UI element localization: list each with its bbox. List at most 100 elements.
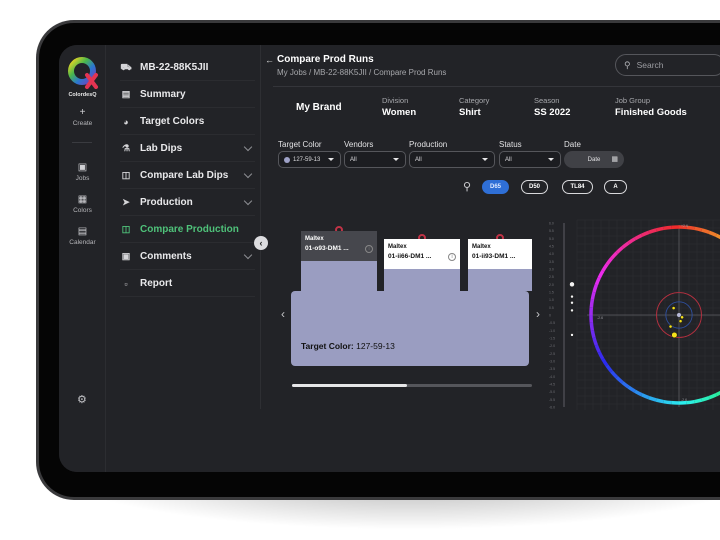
- status-filter: Status All: [499, 140, 561, 168]
- swatch-scrollbar[interactable]: [292, 384, 532, 387]
- status-select[interactable]: All: [499, 151, 561, 168]
- collapse-nav-button[interactable]: ‹: [254, 236, 268, 250]
- nav-item-production[interactable]: ➤ Production: [120, 190, 255, 216]
- rail-create-label: Create: [72, 120, 93, 127]
- nav-item-label: Summary: [140, 89, 186, 100]
- hue-ring-segment: [663, 225, 672, 231]
- nav-item-label: Compare Production: [140, 224, 239, 235]
- search-placeholder: Search: [636, 60, 664, 70]
- illuminant-d65[interactable]: D65: [482, 180, 509, 194]
- clipboard-icon: ▤: [121, 89, 131, 99]
- lightness-tick-label: 2.0: [549, 283, 554, 287]
- nav-item-report[interactable]: ▫ Report: [120, 271, 255, 297]
- hue-ring-segment: [605, 257, 613, 266]
- car-icon: ⛟: [120, 61, 132, 72]
- hue-ring-segment: [715, 233, 720, 240]
- card-swatch: [301, 261, 377, 291]
- swatch-viewer: Maltex 01-o93-DM1 ... i Maltex 01-ii66-D…: [291, 226, 536, 366]
- hue-ring-segment: [655, 226, 665, 232]
- lightness-tick-label: 1.5: [549, 291, 554, 295]
- hue-ring-segment: [663, 399, 672, 405]
- nav-item-compare-production[interactable]: ◫ Compare Production: [120, 217, 255, 243]
- target-caption-value: 127-59-13: [356, 341, 395, 351]
- date-value: Date: [587, 156, 601, 163]
- info-icon[interactable]: i: [365, 245, 373, 253]
- hue-ring-segment: [589, 322, 595, 331]
- hue-ring-segment: [592, 337, 598, 346]
- scrollbar-thumb[interactable]: [292, 384, 408, 387]
- nav-item-target-colors[interactable]: ◕ Target Colors: [120, 109, 255, 135]
- color-difference-chart: 6.0 5.5 5.0 4.5 4.0 3.5 3.0 2.5 2.0 1.5 1.0 0.5 0 -0.…: [549, 219, 720, 410]
- nav-item-compare-lab-dips[interactable]: ◫ Compare Lab Dips: [120, 163, 255, 189]
- search-input[interactable]: ⚲ Search: [615, 54, 720, 76]
- colors-icon: ▦: [77, 194, 88, 205]
- lightness-point: [570, 300, 574, 305]
- rail-colors-label: Colors: [73, 207, 92, 214]
- rail-calendar[interactable]: ▤ Calendar: [59, 227, 106, 247]
- hue-ring-segment: [701, 228, 710, 234]
- settings-gear-icon[interactable]: ⚙: [77, 395, 88, 406]
- info-icon[interactable]: i: [448, 253, 456, 261]
- hue-ring-segment: [655, 398, 665, 404]
- sample-point: [680, 315, 684, 320]
- lightness-tick-label: 0: [549, 314, 551, 318]
- hue-ring-segment: [605, 364, 613, 373]
- brand-name: My Brand: [296, 102, 342, 113]
- date-picker-button[interactable]: Date ▦: [564, 151, 624, 168]
- prev-arrow-icon[interactable]: ‹: [281, 307, 285, 321]
- sample-point: [678, 319, 683, 324]
- target-color-select[interactable]: 127-59-13: [278, 151, 341, 168]
- rail-jobs[interactable]: ▣ Jobs: [59, 163, 106, 183]
- nav-item-label: Comments: [140, 251, 192, 262]
- hue-ring-segment: [648, 396, 657, 402]
- production-card[interactable]: Maltex 01-o93-DM1 ... i: [301, 226, 377, 291]
- b-positive-label: +2.6: [681, 224, 688, 228]
- rail-colors[interactable]: ▦ Colors: [59, 194, 106, 215]
- hue-ring-segment: [641, 230, 650, 237]
- production-card[interactable]: Maltex 01-ii66-DM1 ... i: [384, 234, 460, 291]
- meta-label: Season: [534, 96, 560, 105]
- compare-icon: ◫: [121, 224, 131, 234]
- caret-down-icon: [393, 158, 399, 161]
- nav-item-summary[interactable]: ▤ Summary: [120, 82, 255, 108]
- color-dot: [284, 156, 290, 163]
- plus-icon: +: [79, 107, 86, 118]
- target-point: [677, 313, 681, 317]
- hue-ring-segment: [627, 237, 636, 245]
- rail-create[interactable]: + Create: [59, 107, 106, 128]
- production-select[interactable]: All: [409, 151, 495, 168]
- meta-division: Division Women: [382, 96, 416, 118]
- filter-label: Date: [564, 140, 581, 149]
- lightness-tick-label: 0.5: [549, 306, 554, 310]
- production-card[interactable]: Maltex 01-ii93-DM1 ...: [468, 234, 532, 291]
- breadcrumb[interactable]: My Jobs / MB-22-88K5JII / Compare Prod R…: [277, 68, 446, 77]
- meta-label: Job Group: [615, 96, 651, 105]
- illuminant-tl84[interactable]: TL84: [562, 180, 593, 194]
- lightness-tick-label: -5.5: [549, 398, 555, 402]
- hue-ring-segment: [590, 291, 596, 301]
- next-arrow-icon[interactable]: ›: [536, 307, 540, 321]
- nav-item-lab-dips[interactable]: ⚗ Lab Dips: [120, 136, 255, 162]
- lightness-point: [570, 333, 574, 337]
- hue-ring-segment: [693, 226, 703, 232]
- illuminant-d50[interactable]: D50: [521, 180, 548, 194]
- vendors-select[interactable]: All: [344, 151, 406, 168]
- illuminant-a[interactable]: A: [604, 180, 627, 194]
- hue-ring-segment: [686, 399, 695, 405]
- nav-item-label: Compare Lab Dips: [140, 170, 229, 181]
- meta-value: Finished Goods: [615, 107, 687, 118]
- hue-ring-segment: [615, 375, 624, 384]
- hue-ring-segment: [589, 299, 595, 308]
- b-negative-label: -2.6: [681, 398, 687, 402]
- back-arrow-icon[interactable]: ←: [265, 55, 274, 65]
- lightness-tick-label: -2.0: [549, 344, 555, 348]
- card-swatch: [384, 269, 460, 291]
- card-header: Maltex 01-ii66-DM1 ... i: [384, 239, 460, 269]
- hue-ring-segment: [610, 251, 619, 260]
- sample-point: [671, 331, 678, 339]
- select-value: All: [415, 156, 422, 163]
- nav-item-comments[interactable]: ▣ Comments: [120, 244, 255, 270]
- job-id-header: ⛟ MB-22-88K5JII: [120, 55, 255, 81]
- hue-ring-segment: [594, 344, 601, 353]
- search-icon: ⚲: [624, 59, 631, 70]
